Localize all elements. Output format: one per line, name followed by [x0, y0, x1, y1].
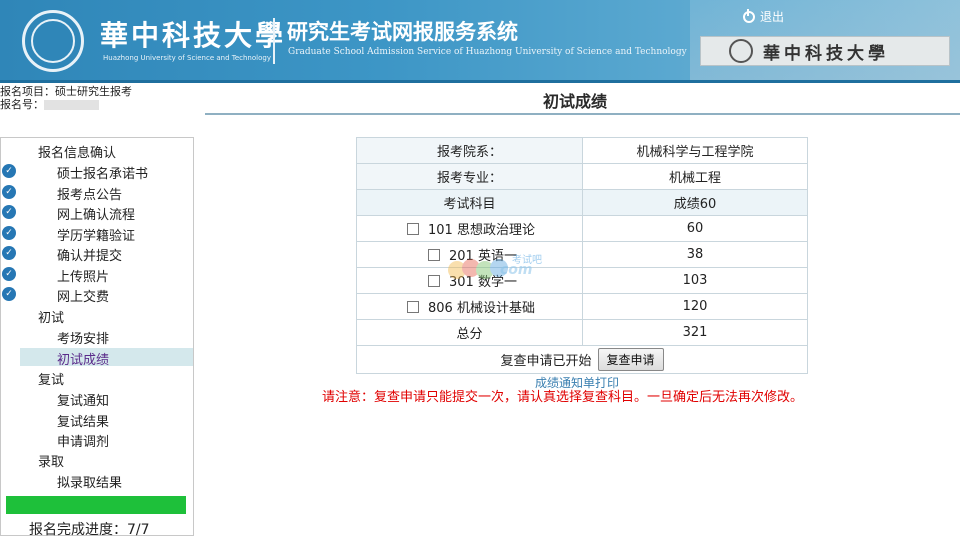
sidebar-item-upload-photo[interactable]: ✓ 上传照片 — [1, 265, 193, 285]
recheck-checkbox[interactable] — [428, 275, 440, 287]
subject-code: 201 — [449, 249, 474, 264]
sidebar-item-reexam-notice[interactable]: 复试通知 — [1, 389, 193, 409]
power-icon — [743, 8, 755, 23]
score-table: 报考院系： 机械科学与工程学院 报考专业： 机械工程 考试科目 成绩60 101… — [356, 137, 808, 346]
sidebar-item-admission-result[interactable]: 拟录取结果 — [1, 471, 193, 491]
building-sign: 華中科技大學 — [700, 36, 950, 66]
check-circle-icon: ✓ — [2, 246, 16, 260]
check-circle-icon: ✓ — [2, 287, 16, 301]
project-value: 硕士研究生报考 — [55, 85, 132, 98]
logout-button[interactable]: 退出 — [743, 8, 784, 25]
sidebar: 报名信息确认 ✓ 硕士报名承诺书 ✓ 报考点公告 ✓ 网上确认流程 ✓ 学历学籍… — [0, 137, 194, 537]
dept-value: 机械科学与工程学院 — [582, 137, 808, 164]
subject-name: 思想政治理论 — [456, 223, 535, 238]
check-circle-icon: ✓ — [2, 205, 16, 219]
sidebar-group-admission: 录取 — [38, 455, 65, 470]
sidebar-item-education-verify[interactable]: ✓ 学历学籍验证 — [1, 224, 193, 244]
recheck-checkbox[interactable] — [428, 249, 440, 261]
score-column-header: 成绩60 — [582, 189, 808, 216]
table-row: 201 英语一 38 — [356, 241, 808, 268]
recheck-notice: 请注意：复查申请只能提交一次，请认真选择复查科目。一旦确定后无法再次修改。 — [322, 390, 804, 405]
sidebar-item-announcement[interactable]: ✓ 报考点公告 — [1, 183, 193, 203]
header-divider — [273, 18, 275, 64]
subject-cell: 101 思想政治理论 — [356, 215, 583, 242]
registration-number-label: 报名号： — [0, 98, 44, 111]
subject-code: 806 — [428, 301, 453, 316]
system-title: 研究生考试网报服务系统 — [287, 20, 518, 44]
sidebar-item-transfer[interactable]: 申请调剂 — [1, 430, 193, 450]
logout-label: 退出 — [760, 10, 785, 24]
subject-name: 机械设计基础 — [456, 301, 535, 316]
subject-score: 120 — [582, 293, 808, 320]
check-circle-icon: ✓ — [2, 185, 16, 199]
table-row: 806 机械设计基础 120 — [356, 293, 808, 320]
total-value: 321 — [582, 319, 808, 346]
project-info: 报名项目：硕士研究生报考 报名号： — [0, 85, 132, 111]
university-name: 華中科技大學 — [100, 19, 287, 52]
sidebar-item-confirm-process[interactable]: ✓ 网上确认流程 — [1, 203, 193, 223]
sign-seal-icon — [729, 39, 753, 63]
subject-score: 103 — [582, 267, 808, 294]
subject-code: 101 — [428, 223, 453, 238]
sign-text: 華中科技大學 — [763, 43, 889, 64]
sidebar-item-payment[interactable]: ✓ 网上交费 — [1, 285, 193, 305]
recheck-checkbox[interactable] — [407, 301, 419, 313]
total-label: 总分 — [356, 319, 583, 346]
subject-score: 38 — [582, 241, 808, 268]
header-bottom-border — [0, 80, 960, 83]
table-row: 报考院系： 机械科学与工程学院 — [356, 137, 808, 164]
sidebar-item-submit[interactable]: ✓ 确认并提交 — [1, 244, 193, 264]
sidebar-group-reexam: 复试 — [38, 373, 65, 388]
university-english-name: Huazhong University of Science and Techn… — [103, 54, 271, 62]
major-label: 报考专业： — [356, 163, 583, 190]
header-banner: 華中科技大學 Huazhong University of Science an… — [0, 0, 960, 82]
subject-score: 60 — [582, 215, 808, 242]
recheck-status: 复查申请已开始 — [500, 354, 592, 369]
sidebar-group-registration: 报名信息确认 — [38, 146, 117, 161]
table-row: 101 思想政治理论 60 — [356, 215, 808, 242]
table-row: 总分 321 — [356, 319, 808, 346]
subject-cell: 806 机械设计基础 — [356, 293, 583, 320]
registration-number-redacted — [44, 100, 99, 110]
check-circle-icon: ✓ — [2, 267, 16, 281]
sidebar-item-reexam-result[interactable]: 复试结果 — [1, 410, 193, 430]
page-title: 初试成绩 — [543, 92, 608, 111]
table-header-row: 考试科目 成绩60 — [356, 189, 808, 216]
university-seal-logo — [22, 10, 84, 72]
sidebar-item-pledge[interactable]: ✓ 硕士报名承诺书 — [1, 162, 193, 182]
table-row: 301 数学一 103 — [356, 267, 808, 294]
recheck-apply-button[interactable]: 复查申请 — [597, 348, 664, 371]
subject-column-header: 考试科目 — [356, 189, 583, 216]
progress-bar — [6, 496, 186, 514]
check-circle-icon: ✓ — [2, 164, 16, 178]
sidebar-group-preliminary: 初试 — [38, 311, 65, 326]
subject-code: 301 — [449, 275, 474, 290]
sidebar-item-preliminary-score[interactable]: 初试成绩 — [20, 348, 193, 368]
watermark-com: com — [500, 262, 533, 278]
subject-cell: 201 英语一 — [356, 241, 583, 268]
major-value: 机械工程 — [582, 163, 808, 190]
recheck-checkbox[interactable] — [407, 223, 419, 235]
subject-cell: 301 数学一 — [356, 267, 583, 294]
progress-text: 报名完成进度：7/7 — [29, 522, 150, 537]
check-circle-icon: ✓ — [2, 226, 16, 240]
dept-label: 报考院系： — [356, 137, 583, 164]
table-row: 报考专业： 机械工程 — [356, 163, 808, 190]
project-label: 报名项目： — [0, 85, 55, 98]
sidebar-item-exam-arrangement[interactable]: 考场安排 — [1, 327, 193, 347]
recheck-row: 复查申请已开始 复查申请 — [356, 346, 808, 374]
system-english-title: Graduate School Admission Service of Hua… — [288, 47, 687, 57]
title-underline — [205, 113, 960, 115]
